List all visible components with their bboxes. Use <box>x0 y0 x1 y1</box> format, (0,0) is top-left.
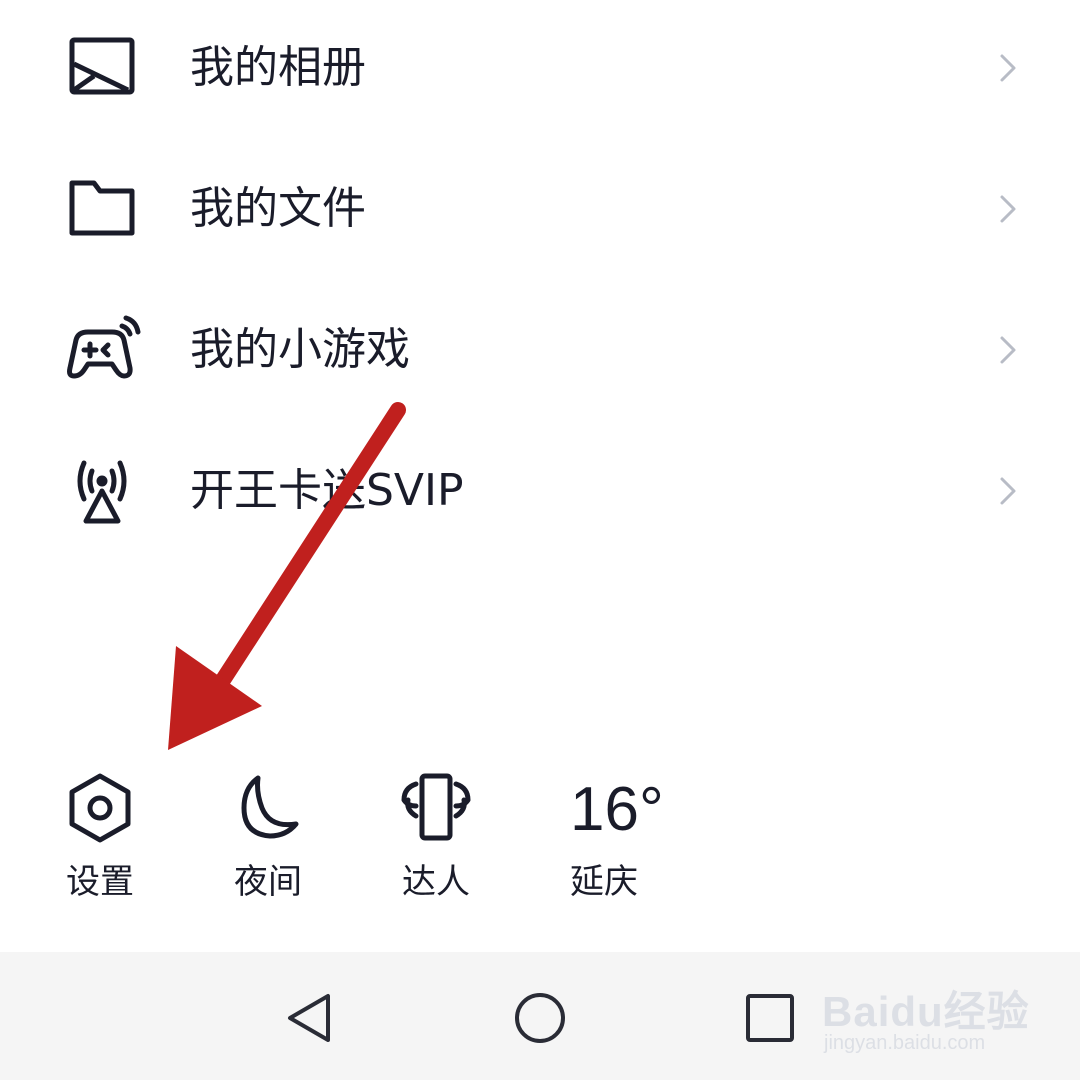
photo-album-icon <box>62 28 142 108</box>
night-label: 夜间 <box>234 862 302 902</box>
signal-tower-icon <box>62 451 142 531</box>
menu-item-my-minigames[interactable]: 我的小游戏 <box>0 290 1080 410</box>
settings-hexagon-icon <box>62 770 138 846</box>
menu-item-my-album[interactable]: 我的相册 <box>0 8 1080 128</box>
folder-icon <box>62 169 142 249</box>
recents-square-icon[interactable] <box>740 988 800 1048</box>
gamepad-icon <box>62 310 142 390</box>
menu-item-label: 我的小游戏 <box>190 324 410 375</box>
menu-item-label: 我的文件 <box>190 183 366 234</box>
talent-label: 达人 <box>402 862 470 902</box>
watermark-url: jingyan.baidu.com <box>824 1032 986 1054</box>
chevron-right-icon <box>990 51 1024 85</box>
menu-item-label: 我的相册 <box>190 42 366 93</box>
chevron-right-icon <box>990 474 1024 508</box>
talent-button[interactable]: 达人 <box>366 770 506 910</box>
menu-item-label: 开王卡送SVIP <box>190 465 464 516</box>
moon-icon <box>230 770 306 846</box>
app-drawer-screen: 我的相册 我的文件 我的小游戏 开王卡送SVIP 设置 夜间 达人 16° 延庆… <box>0 0 1080 1080</box>
baidu-jingyan-watermark: Baidu经验 jingyan.baidu.com <box>822 966 1029 1066</box>
home-circle-icon[interactable] <box>510 988 570 1048</box>
menu-item-wangka-svip[interactable]: 开王卡送SVIP <box>0 431 1080 551</box>
settings-button[interactable]: 设置 <box>30 770 170 910</box>
menu-item-my-files[interactable]: 我的文件 <box>0 149 1080 269</box>
chevron-right-icon <box>990 192 1024 226</box>
temperature-value: 16° <box>570 775 664 844</box>
watermark-logo: Baidu经验 <box>822 988 1030 1035</box>
settings-label: 设置 <box>66 862 134 902</box>
weather-widget[interactable]: 16° 延庆 <box>568 770 718 910</box>
back-triangle-icon[interactable] <box>280 988 340 1048</box>
location-label: 延庆 <box>570 862 638 902</box>
winged-phone-icon <box>398 770 474 846</box>
chevron-right-icon <box>990 333 1024 367</box>
night-mode-button[interactable]: 夜间 <box>198 770 338 910</box>
